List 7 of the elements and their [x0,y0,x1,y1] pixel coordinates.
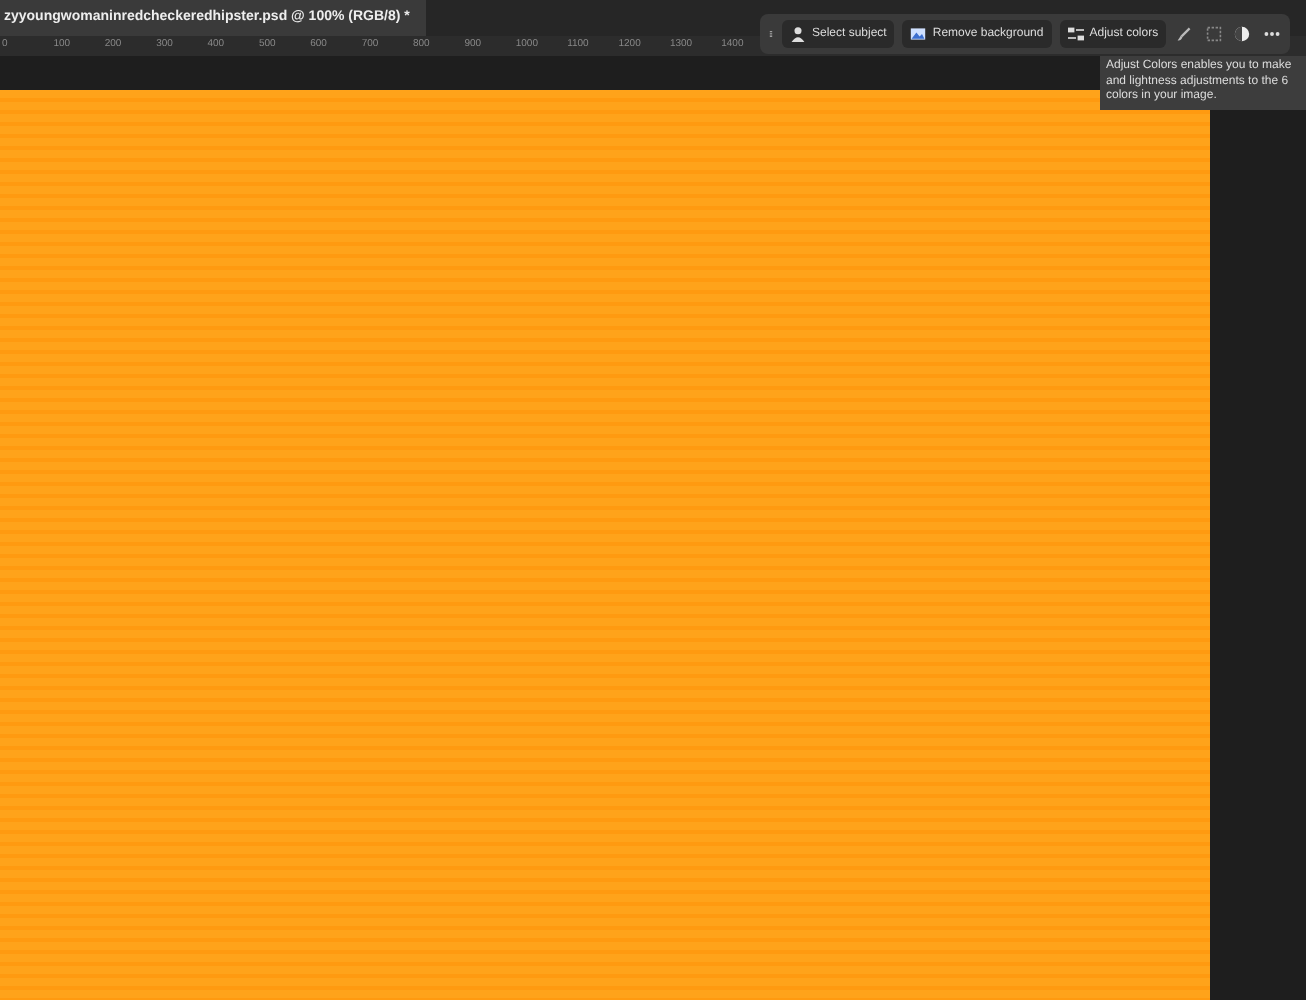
more-icon [1263,26,1280,42]
person-icon [790,26,806,42]
brush-icon [1176,26,1193,42]
sliders-icon [1067,26,1084,42]
contrast-icon [1234,26,1251,42]
image-icon [910,26,927,42]
selection-icon [1205,26,1222,42]
